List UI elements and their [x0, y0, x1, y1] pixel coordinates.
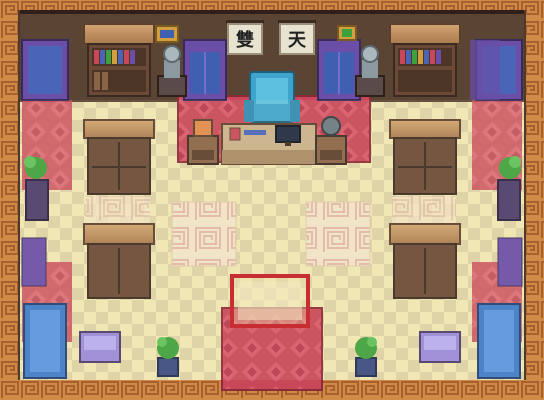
painting-icon [337, 25, 357, 41]
banner-left-glyph: 雙 [236, 29, 254, 51]
wall-top-edge [20, 10, 524, 14]
bookshelf-icon [389, 23, 461, 97]
light-overlay [20, 100, 524, 380]
window-center-right [317, 39, 361, 101]
banner-right-glyph: 天 [288, 30, 307, 51]
painting-icon [155, 25, 179, 43]
window-side-right [470, 40, 500, 100]
bookshelf-icon [83, 23, 155, 97]
window-center-left [183, 39, 227, 101]
room-map: 雙 天 [0, 0, 544, 400]
game-room-scene: 雙 天 [0, 0, 544, 400]
window-left [21, 39, 69, 101]
